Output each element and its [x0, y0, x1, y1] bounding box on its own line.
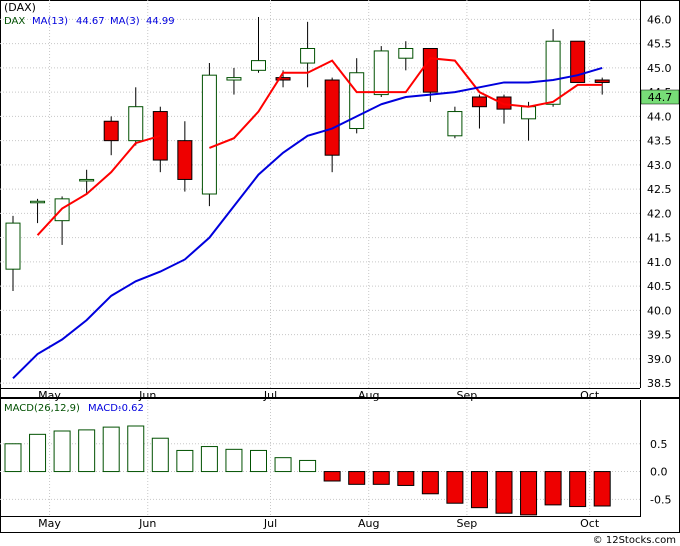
macd-x-label: Aug [358, 517, 379, 530]
macd-legend-label: MACD(26,12,9) [4, 403, 80, 414]
price-x-label: Sep [457, 389, 478, 402]
candle-up [373, 50, 389, 96]
price-tick-label: 42.5 [647, 183, 672, 196]
macd-bar-negative [520, 471, 538, 516]
candle-up [128, 106, 144, 142]
candle-down [496, 96, 512, 110]
macd-bar-negative [348, 471, 366, 485]
price-tick-label: 40.0 [647, 304, 672, 317]
macd-bar-positive [274, 457, 292, 473]
legend-ma3-label: MA(3) [110, 16, 140, 27]
macd-x-label: Jul [263, 517, 277, 530]
legend-ma3-value: 44.99 [146, 16, 175, 27]
macd-bar-positive [78, 429, 96, 473]
macd-panel [0, 398, 680, 533]
chart-title: (DAX) [4, 1, 36, 14]
candle-down [422, 48, 438, 93]
price-tick-label: 46.0 [647, 13, 672, 26]
candle-up [30, 200, 46, 204]
price-tick-label: 39.5 [647, 329, 672, 342]
macd-bar-positive [127, 425, 145, 473]
price-x-label: May [38, 389, 61, 402]
price-tick-label: 42.0 [647, 207, 672, 220]
macd-bar-positive [225, 448, 243, 473]
footer-credit: © 12Stocks.com [593, 535, 676, 546]
macd-bar-negative [397, 471, 415, 486]
macd-bar-negative [569, 471, 587, 508]
chart-canvas: 38.5 39.0 39.5 40.0 40.5 41.0 41.5 42.0 42.5 43.0… [0, 0, 680, 546]
macd-legend-value: -0.62 [118, 403, 144, 414]
candle-down [103, 120, 119, 142]
price-x-label: Jun [138, 389, 156, 402]
macd-bar-positive [299, 459, 317, 473]
price-tick-label: 38.5 [647, 377, 672, 390]
macd-bar-positive [102, 426, 120, 473]
candle-up [5, 222, 21, 270]
candle-down [177, 140, 193, 180]
macd-bar-negative [544, 471, 562, 506]
price-tick-label: 45.5 [647, 38, 672, 51]
legend-ma13-value: 44.67 [76, 16, 105, 27]
candle-up [300, 48, 316, 64]
price-tick-label: 41.5 [647, 232, 672, 245]
price-x-label: Oct [580, 389, 600, 402]
price-tick-label: 41.0 [647, 256, 672, 269]
price-x-label: Jul [263, 389, 277, 402]
candle-up [201, 74, 217, 195]
macd-bar-positive [200, 446, 218, 473]
legend-ma13-label: MA(13) [32, 16, 68, 27]
macd-bar-positive [151, 437, 169, 473]
macd-bar-positive [4, 443, 22, 473]
macd-bar-negative [372, 471, 390, 485]
price-tick-label: 40.5 [647, 280, 672, 293]
price-x-label: Aug [358, 389, 379, 402]
macd-legend-value-label: MACD: [88, 403, 121, 414]
macd-bar-positive [29, 433, 47, 473]
macd-bar-negative [446, 471, 464, 504]
candle-up [521, 106, 537, 120]
macd-x-label: Oct [580, 517, 600, 530]
candle-up [251, 60, 266, 71]
price-tick-label: 44.0 [647, 110, 672, 123]
macd-tick-label: 0.5 [650, 438, 668, 451]
price-tick-label: 43.0 [647, 159, 672, 172]
macd-bar-negative [323, 471, 341, 482]
macd-tick-label: -0.5 [650, 493, 671, 506]
candle-up [447, 111, 463, 137]
macd-x-label: Sep [457, 517, 478, 530]
macd-tick-label: 0.0 [650, 466, 668, 479]
candle-up [79, 178, 95, 182]
candle-down [324, 79, 340, 156]
macd-bar-positive [53, 430, 71, 473]
macd-x-label: May [38, 517, 61, 530]
legend-symbol: DAX [4, 16, 25, 27]
macd-bar-positive [176, 449, 194, 473]
macd-bar-negative [495, 471, 513, 514]
candle-up [349, 72, 365, 130]
candle-up [545, 40, 561, 105]
candle-down [471, 96, 487, 108]
macd-bar-positive [250, 449, 267, 473]
price-tick-label: 43.5 [647, 135, 672, 148]
macd-bar-negative [593, 471, 611, 507]
candle-up [398, 48, 414, 59]
candle-up [226, 77, 242, 81]
price-tick-label: 45.0 [647, 62, 672, 75]
last-price-value: 44.7 [648, 91, 673, 104]
macd-bar-negative [470, 471, 488, 509]
macd-bar-negative [421, 471, 439, 495]
price-tick-label: 39.0 [647, 353, 672, 366]
macd-x-label: Jun [138, 517, 156, 530]
candle-down [594, 79, 610, 83]
